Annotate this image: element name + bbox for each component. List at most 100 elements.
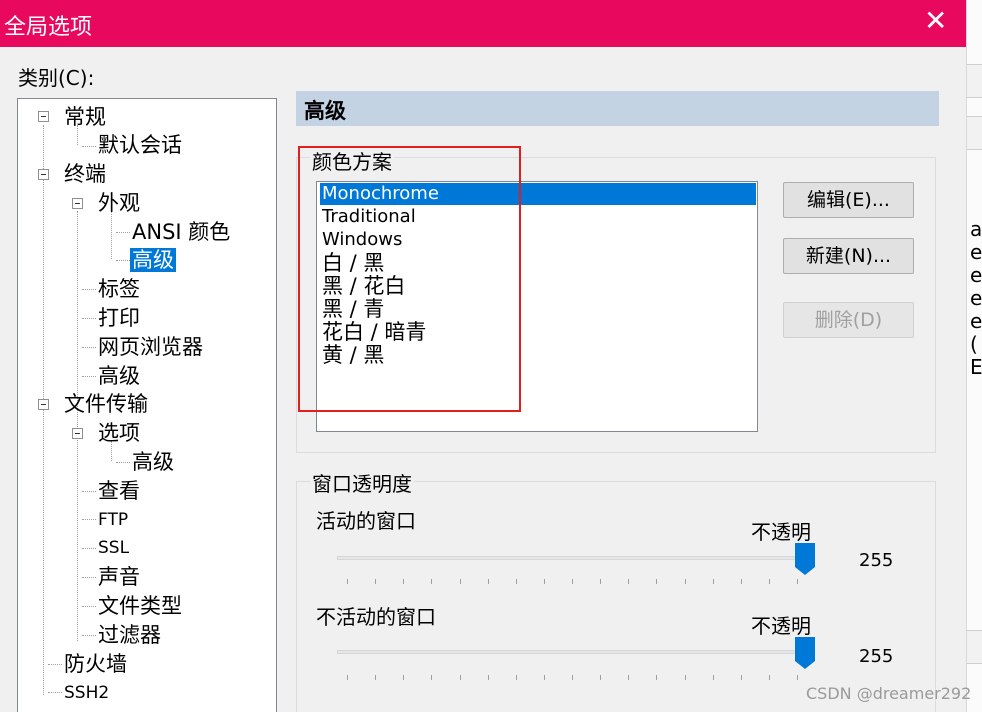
slider-tick [487, 579, 489, 584]
window-transparency-group-title: 窗口透明度 [310, 468, 414, 497]
tree-item-label: 高级 [98, 364, 140, 388]
inactive-window-slider-track[interactable] [337, 650, 807, 654]
delete-button[interactable]: 删除(D) [783, 302, 914, 338]
tree-item-file-transfer[interactable]: 文件传输 [64, 390, 148, 418]
tree-item-ssh2[interactable]: SSH2 [64, 679, 109, 707]
tree-item-label: 外观 [98, 191, 140, 215]
tree-item-ansi-colors[interactable]: ANSI 颜色 [132, 218, 230, 246]
tree-item-options[interactable]: 选项 [98, 419, 140, 447]
tree-item-label: 文件传输 [64, 392, 148, 416]
inactive-window-opaque-label: 不透明 [751, 614, 811, 638]
slider-tick [459, 579, 461, 584]
tree-item-label: 高级 [132, 450, 174, 474]
tree-item-label: 文件类型 [98, 594, 182, 618]
tree-connector [82, 376, 96, 377]
slider-tick [572, 675, 573, 680]
tree-connector [116, 232, 130, 233]
inactive-window-slider-thumb[interactable] [795, 637, 815, 669]
tree-item-label: 选项 [98, 421, 140, 445]
slider-tick [740, 675, 742, 680]
slider-tick [543, 675, 545, 680]
slider-tick [572, 579, 573, 584]
collapse-icon[interactable] [38, 111, 49, 122]
background-text-fragment: e [970, 240, 982, 264]
collapse-icon[interactable] [38, 399, 49, 410]
slider-tick [684, 675, 686, 680]
slider-tick [628, 675, 630, 680]
tree-item-label: 打印 [98, 306, 140, 330]
edit-button[interactable]: 编辑(E)... [783, 182, 914, 218]
tree-item-web-browser[interactable]: 网页浏览器 [98, 333, 203, 361]
tree-item-sound[interactable]: 声音 [98, 563, 140, 591]
tree-item-label: FTP [98, 510, 129, 530]
slider-tick [347, 579, 348, 584]
background-window-bar [967, 64, 982, 98]
tree-item-file-types[interactable]: 文件类型 [98, 592, 182, 620]
close-icon[interactable]: ✕ [924, 6, 947, 36]
tree-item-filters[interactable]: 过滤器 [98, 621, 161, 649]
tree-connector [82, 347, 96, 348]
collapse-icon[interactable] [72, 428, 83, 439]
active-window-opaque-label: 不透明 [751, 520, 811, 544]
tree-connector [82, 635, 96, 636]
slider-tick [543, 579, 545, 584]
slider-tick [487, 675, 489, 680]
inactive-window-label: 不活动的窗口 [316, 605, 436, 629]
tree-item-label: 终端 [64, 162, 106, 186]
tree-item-label: 过滤器 [98, 623, 161, 647]
tree-item-ftp[interactable]: FTP [98, 506, 128, 534]
tree-item-ssl[interactable]: SSL [98, 534, 129, 562]
tree-connector [48, 664, 62, 665]
tree-item-general[interactable]: 常规 [64, 103, 106, 131]
background-text-fragment: a [970, 217, 982, 241]
tree-item-appearance-advanced[interactable]: 高级 [130, 246, 176, 274]
tree-item-options-advanced[interactable]: 高级 [132, 448, 174, 476]
slider-tick [656, 579, 658, 584]
tree-item-label: 常规 [64, 105, 106, 129]
tree-item-terminal-advanced[interactable]: 高级 [98, 362, 140, 390]
slider-tick [712, 675, 714, 680]
background-window-bar [967, 116, 982, 150]
collapse-icon[interactable] [38, 169, 49, 180]
tree-item-view[interactable]: 查看 [98, 477, 140, 505]
new-button[interactable]: 新建(N)... [783, 238, 914, 274]
tree-connector [82, 318, 96, 319]
slider-tick [600, 675, 602, 680]
background-text-fragment: E [970, 355, 982, 379]
tree-connector [116, 462, 130, 463]
background-text-fragment: e [970, 263, 982, 287]
tree-item-label: 高级 [130, 248, 176, 272]
tree-item-label: SSL [98, 538, 130, 558]
slider-tick [375, 579, 377, 584]
tree-connector [82, 548, 96, 549]
section-header: 高级 [296, 91, 939, 126]
active-window-slider-track[interactable] [337, 556, 807, 560]
tree-item-print[interactable]: 打印 [98, 304, 140, 332]
tree-item-default-session[interactable]: 默认会话 [98, 131, 182, 159]
tree-connector [82, 606, 96, 607]
tree-item-tabs[interactable]: 标签 [98, 275, 140, 303]
active-window-label: 活动的窗口 [316, 509, 416, 533]
category-label: 类别(C): [18, 66, 95, 90]
slider-tick [712, 579, 714, 584]
tree-item-label: 声音 [98, 565, 140, 589]
slider-tick [656, 675, 658, 680]
highlight-annotation-box [298, 146, 521, 412]
tree-item-label: 标签 [98, 277, 140, 301]
tree-connector [82, 146, 96, 147]
tree-connector [43, 125, 44, 695]
tree-item-firewall[interactable]: 防火墙 [64, 650, 127, 678]
collapse-icon[interactable] [72, 198, 83, 209]
tree-connector [82, 519, 96, 520]
category-tree[interactable]: 常规 默认会话 终端 外观 ANSI 颜色 高级 标签 打印 网页浏览器 高级 … [17, 98, 277, 712]
tree-item-terminal[interactable]: 终端 [64, 160, 106, 188]
tree-connector [77, 211, 78, 641]
tree-item-appearance[interactable]: 外观 [98, 189, 140, 217]
section-title: 高级 [304, 99, 346, 123]
tree-item-label: 查看 [98, 479, 140, 503]
tree-connector [111, 211, 112, 259]
active-window-slider-thumb[interactable] [795, 543, 815, 575]
tree-connector [116, 260, 130, 261]
slider-tick [515, 675, 517, 680]
slider-tick [375, 675, 377, 680]
